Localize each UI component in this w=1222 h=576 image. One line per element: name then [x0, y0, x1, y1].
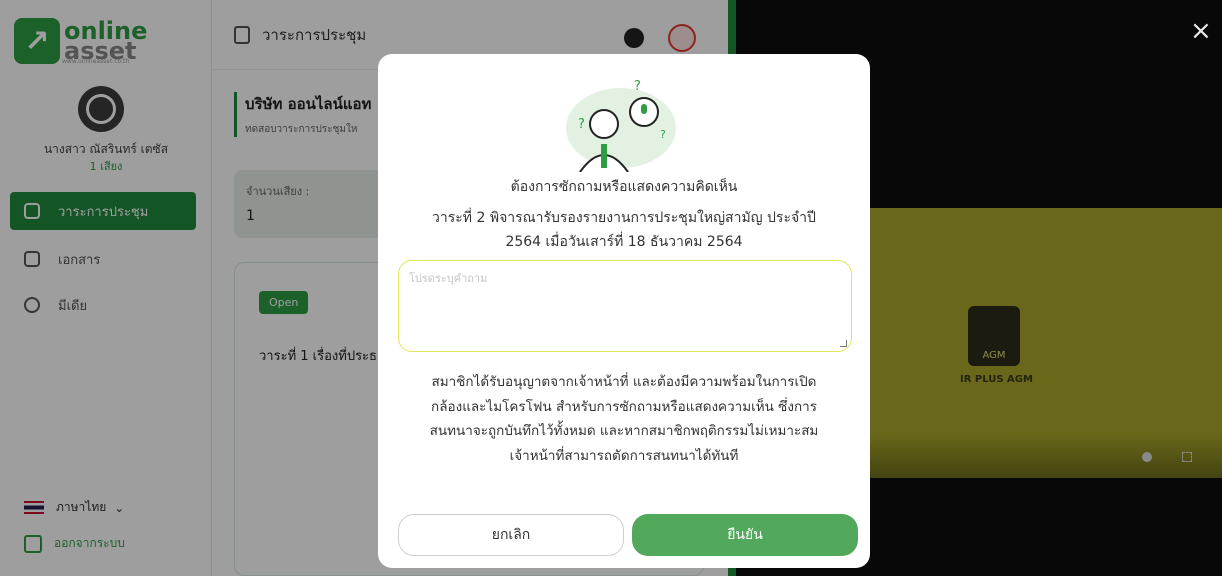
notice-line: กล้องและไมโครโฟน สำหรับการซักถามหรือแสดง…	[431, 398, 817, 415]
question-illustration-icon: ? ? ?	[566, 79, 676, 172]
question-dialog: ? ? ? ต้องการซักถามหรือแสดงความคิดเห็น ว…	[378, 54, 870, 568]
notice-line: สนทนาจะถูกบันทึกไว้ทั้งหมด และหากสมาชิกพ…	[429, 423, 819, 439]
cancel-button[interactable]: ยกเลิก	[398, 514, 624, 556]
dialog-title: ต้องการซักถามหรือแสดงความคิดเห็น	[510, 179, 738, 195]
svg-text:?: ?	[660, 128, 666, 141]
dialog-agenda: วาระที่ 2 พิจารณารับรองรายงานการประชุมให…	[402, 206, 846, 254]
confirm-button[interactable]: ยืนยัน	[632, 514, 858, 556]
notice-line: สมาชิกได้รับอนุญาตจากเจ้าหน้าที่ และต้อง…	[431, 374, 817, 390]
notice-line: เจ้าหน้าที่สามารถตัดการสนทนาได้ทันที	[509, 447, 739, 464]
modal-backdrop[interactable]: × ? ? ? ต้องการซักถามหรือแสดงความคิดเห็น…	[0, 0, 1222, 576]
dialog-agenda-line: วาระที่ 2 พิจารณารับรองรายงานการประชุมให…	[432, 210, 816, 226]
close-icon[interactable]: ×	[1190, 18, 1212, 44]
svg-text:?: ?	[578, 117, 585, 132]
dialog-notice: สมาชิกได้รับอนุญาตจากเจ้าหน้าที่ และต้อง…	[402, 370, 846, 468]
dialog-agenda-line: 2564 เมื่อวันเสาร์ที่ 18 ธันวาคม 2564	[505, 234, 743, 250]
resize-handle-icon[interactable]	[840, 340, 847, 347]
question-input[interactable]	[398, 260, 852, 352]
svg-text:?: ?	[634, 79, 641, 94]
